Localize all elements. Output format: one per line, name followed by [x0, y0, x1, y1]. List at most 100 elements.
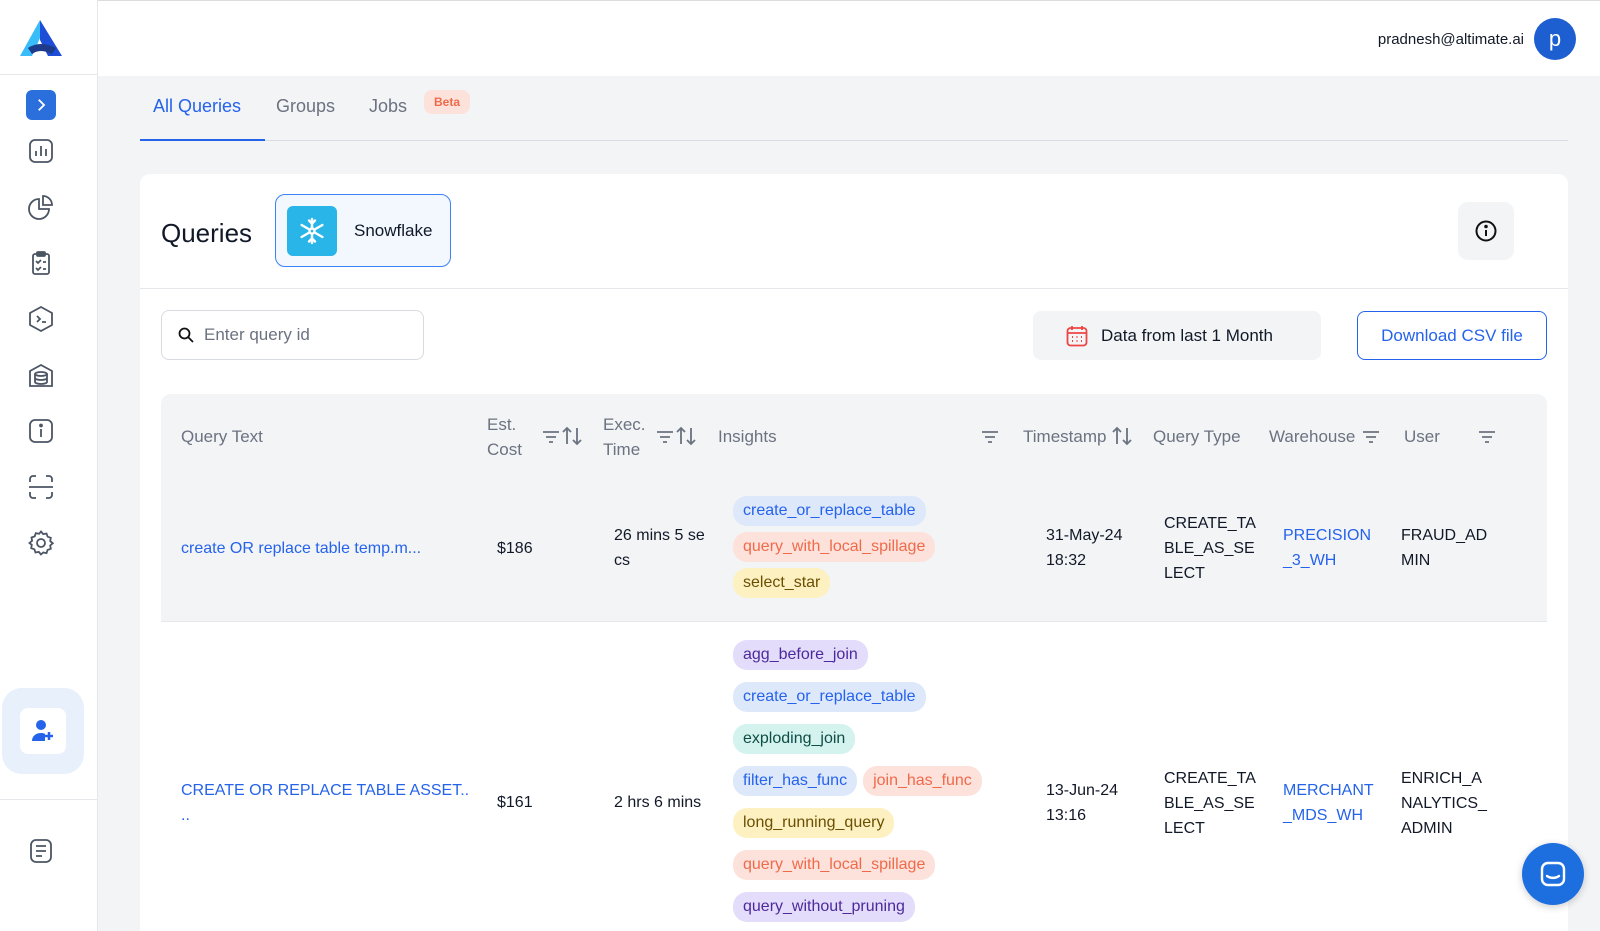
nav-reports[interactable]: [26, 192, 56, 222]
date-filter-label: Data from last 1 Month: [1101, 325, 1273, 345]
table-row[interactable]: CREATE OR REPLACE TABLE ASSET.. .. $161 …: [161, 622, 1547, 931]
nav-queries[interactable]: [26, 304, 56, 334]
query-type-line: LECT: [1164, 820, 1205, 837]
chevron-right-icon: [38, 99, 46, 111]
nav-analytics[interactable]: [26, 136, 56, 166]
insights-list: agg_before_join create_or_replace_table …: [733, 640, 1033, 931]
tab-all-queries[interactable]: All Queries: [153, 96, 241, 117]
warehouse-line: MERCHANT: [1283, 782, 1374, 799]
col-est-cost: Est. Cost: [487, 412, 522, 462]
exec-time-line: cs: [614, 552, 630, 569]
user-line: ENRICH_A: [1401, 770, 1482, 787]
col-insights: Insights: [718, 427, 777, 446]
table-row[interactable]: create OR replace table temp.m... $186 2…: [161, 480, 1547, 622]
search-icon: [178, 327, 194, 343]
filter-icon[interactable]: [1361, 427, 1381, 447]
user-email: pradnesh@altimate.ai: [1377, 31, 1524, 48]
insight-tag[interactable]: exploding_join: [733, 724, 856, 754]
gear-icon: [28, 530, 55, 556]
beta-badge: Beta: [424, 90, 471, 114]
nav-info[interactable]: [26, 416, 56, 446]
query-type-line: CREATE_TA: [1164, 515, 1256, 532]
queries-table: Query Text Est. Cost Exec. Time Insights…: [161, 394, 1547, 931]
insight-tag[interactable]: query_without_pruning: [733, 892, 915, 922]
bar-chart-icon: [29, 139, 53, 163]
calendar-icon: [1066, 325, 1088, 346]
topbar: pradnesh@altimate.ai p: [98, 0, 1600, 76]
altimate-logo[interactable]: [18, 18, 64, 58]
timestamp-date: 13-Jun-24: [1046, 782, 1119, 799]
user: FRAUD_AD MIN: [1401, 523, 1487, 573]
sort-icon[interactable]: [675, 425, 697, 447]
col-user: User: [1404, 427, 1440, 446]
filter-icon[interactable]: [541, 427, 561, 447]
exec-time: 2 hrs 6 mins: [614, 790, 701, 815]
est-cost: $186: [497, 540, 533, 557]
col-timestamp: Timestamp: [1023, 427, 1107, 446]
table-header: Query Text Est. Cost Exec. Time Insights…: [161, 394, 1547, 480]
user-line: ADMIN: [1401, 820, 1453, 837]
sidebar: [0, 0, 98, 931]
tab-groups[interactable]: Groups: [276, 96, 335, 117]
filter-icon[interactable]: [1477, 427, 1497, 447]
info-icon: [29, 419, 53, 443]
insight-tag[interactable]: agg_before_join: [733, 640, 868, 670]
filter-icon[interactable]: [655, 427, 675, 447]
query-text-line: CREATE OR REPLACE TABLE ASSET..: [181, 782, 470, 799]
query-type: CREATE_TA BLE_AS_SE LECT: [1164, 511, 1256, 586]
insight-tag[interactable]: create_or_replace_table: [733, 496, 926, 526]
chat-icon: [1540, 861, 1566, 887]
insight-tag[interactable]: query_with_local_spillage: [733, 850, 936, 880]
query-text-link[interactable]: CREATE OR REPLACE TABLE ASSET.. ..: [181, 778, 469, 828]
invite-user-button[interactable]: [20, 708, 66, 754]
search-input[interactable]: [204, 325, 414, 345]
col-query-text: Query Text: [181, 427, 263, 446]
nav-warehouse[interactable]: [26, 360, 56, 390]
exec-time-line: 26 mins 5 se: [614, 527, 705, 544]
query-type-line: CREATE_TA: [1164, 770, 1256, 787]
invite-user-panel: [2, 688, 84, 774]
insight-tag[interactable]: join_has_func: [863, 766, 982, 796]
info-button[interactable]: [1458, 202, 1514, 260]
sidebar-divider-bottom: [0, 799, 98, 800]
expand-sidebar-button[interactable]: [26, 90, 56, 120]
timestamp: 13-Jun-24 13:16: [1046, 778, 1118, 828]
exec-time-line: 2 hrs 6 mins: [614, 794, 702, 811]
warehouse-line: PRECISION: [1283, 527, 1372, 544]
query-text-link[interactable]: create OR replace table temp.m...: [181, 536, 421, 561]
clipboard-check-icon: [32, 251, 50, 275]
user-line: MIN: [1401, 552, 1431, 569]
nav-scan[interactable]: [26, 472, 56, 502]
timestamp: 31-May-24 18:32: [1046, 523, 1122, 573]
nav-docs[interactable]: [26, 836, 56, 866]
col-est-cost-line2: Cost: [487, 440, 522, 459]
timestamp-time: 13:16: [1046, 807, 1087, 824]
avatar[interactable]: p: [1534, 18, 1576, 60]
datasource-selector[interactable]: Snowflake: [275, 194, 451, 267]
download-csv-button[interactable]: Download CSV file: [1357, 311, 1547, 360]
insight-tag[interactable]: create_or_replace_table: [733, 682, 926, 712]
query-text-line: ..: [181, 807, 190, 824]
warehouse-link[interactable]: PRECISION _3_WH: [1283, 523, 1371, 573]
date-filter-button[interactable]: Data from last 1 Month: [1033, 311, 1321, 360]
tab-jobs[interactable]: Jobs: [369, 96, 407, 117]
queries-card: Queries Snowflake Data from last 1 Month…: [140, 174, 1568, 931]
sort-icon[interactable]: [561, 425, 583, 447]
card-divider: [140, 288, 1568, 289]
insight-tag[interactable]: filter_has_func: [733, 766, 858, 796]
user-line: FRAUD_AD: [1401, 527, 1488, 544]
filter-icon[interactable]: [980, 427, 1000, 447]
col-warehouse: Warehouse: [1269, 427, 1356, 446]
col-exec-time: Exec. Time: [603, 412, 646, 462]
nav-checklist[interactable]: [26, 248, 56, 278]
insight-tag[interactable]: query_with_local_spillage: [733, 532, 936, 562]
warehouse-link[interactable]: MERCHANT _MDS_WH: [1283, 778, 1374, 828]
timestamp-time: 18:32: [1046, 552, 1087, 569]
chat-widget-button[interactable]: [1522, 843, 1584, 905]
insight-tag[interactable]: select_star: [733, 568, 831, 598]
query-type-line: BLE_AS_SE: [1164, 795, 1255, 812]
user-line: NALYTICS_: [1401, 795, 1487, 812]
sort-icon[interactable]: [1111, 425, 1133, 447]
insight-tag[interactable]: long_running_query: [733, 808, 895, 838]
nav-settings[interactable]: [26, 528, 56, 558]
